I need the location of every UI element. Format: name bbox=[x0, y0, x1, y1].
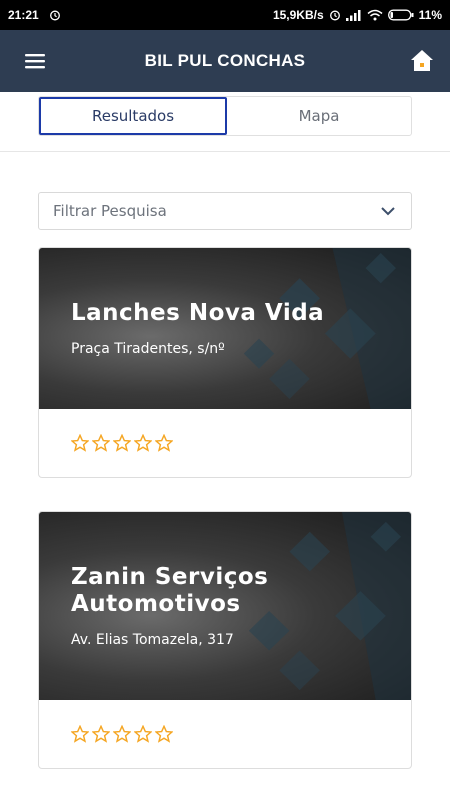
tab-resultados[interactable]: Resultados bbox=[39, 97, 227, 135]
decorative-background bbox=[243, 248, 411, 409]
alarm-icon bbox=[329, 10, 340, 21]
result-address: Av. Elias Tomazela, 317 bbox=[71, 632, 234, 648]
result-card[interactable]: Lanches Nova Vida Praça Tiradentes, s/nº bbox=[38, 247, 412, 478]
tab-mapa[interactable]: Mapa bbox=[227, 97, 411, 135]
alarm-icon bbox=[49, 10, 60, 21]
star-outline-icon bbox=[92, 434, 110, 452]
star-outline-icon bbox=[71, 725, 89, 743]
hamburger-menu-icon bbox=[25, 54, 45, 69]
star-outline-icon bbox=[155, 725, 173, 743]
chevron-down-icon bbox=[381, 207, 395, 216]
net-speed: 15,9KB/s bbox=[272, 8, 324, 22]
status-bar: 21:21 15,9KB/s 11% bbox=[0, 0, 450, 30]
signal-icon bbox=[345, 10, 361, 21]
battery-level: 11% bbox=[418, 8, 442, 22]
tab-bar: Resultados Mapa bbox=[0, 92, 450, 152]
star-outline-icon bbox=[134, 434, 152, 452]
star-outline-icon bbox=[71, 434, 89, 452]
result-hero: Lanches Nova Vida Praça Tiradentes, s/nº bbox=[39, 248, 411, 409]
rating-stars bbox=[39, 700, 411, 768]
star-outline-icon bbox=[113, 725, 131, 743]
home-button[interactable] bbox=[408, 46, 436, 74]
home-icon bbox=[411, 50, 433, 71]
results-list: Filtrar Pesquisa Lanches Nova Vida Praça… bbox=[0, 152, 450, 769]
result-card[interactable]: Zanin Serviços Automotivos Av. Elias Tom… bbox=[38, 511, 412, 769]
star-outline-icon bbox=[113, 434, 131, 452]
status-time: 21:21 bbox=[8, 8, 39, 22]
star-outline-icon bbox=[134, 725, 152, 743]
rating-stars bbox=[39, 409, 411, 477]
star-outline-icon bbox=[155, 434, 173, 452]
app-bar: BIL PUL CONCHAS bbox=[0, 30, 450, 92]
filter-label: Filtrar Pesquisa bbox=[53, 202, 167, 220]
result-name: Zanin Serviços Automotivos bbox=[71, 564, 269, 617]
result-address: Praça Tiradentes, s/nº bbox=[71, 341, 225, 357]
result-hero: Zanin Serviços Automotivos Av. Elias Tom… bbox=[39, 512, 411, 700]
star-outline-icon bbox=[92, 725, 110, 743]
menu-button[interactable] bbox=[0, 30, 70, 92]
filter-dropdown[interactable]: Filtrar Pesquisa bbox=[38, 192, 412, 230]
tab-group: Resultados Mapa bbox=[38, 96, 412, 136]
result-name: Lanches Nova Vida bbox=[71, 300, 325, 326]
wifi-icon bbox=[367, 9, 383, 21]
battery-icon bbox=[387, 9, 414, 21]
